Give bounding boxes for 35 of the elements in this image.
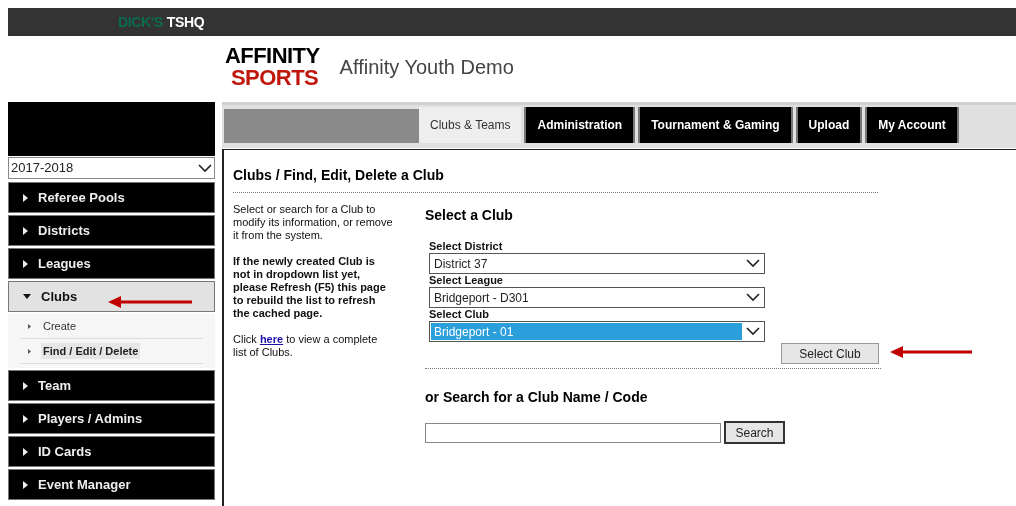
nav-tab[interactable]: Administration [524, 107, 636, 143]
submenu-item[interactable]: Find / Edit / Delete [20, 339, 203, 364]
help-notice: If the newly created Club is not in dropdown list yet, please Refresh (F5) this page to rebuild the list to refresh the cached page. [233, 255, 387, 320]
here-link[interactable]: here [259, 333, 284, 345]
sidebar-item[interactable]: Players / Admins [8, 403, 215, 434]
nav-tab[interactable]: My Account [865, 107, 959, 143]
logo-text: SPORTS [231, 67, 320, 89]
brand-name: DICK'S [118, 12, 163, 32]
help-text: Select or search for a Club to modify its information, or remove it from the system. [233, 203, 393, 242]
submenu-item[interactable]: Create [20, 314, 203, 339]
nav-tab[interactable]: Tournament & Gaming [638, 107, 793, 143]
field-label: Select League [429, 274, 504, 287]
section-heading: Select a Club [425, 206, 514, 225]
field-label: Select Club [429, 308, 490, 321]
sidebar-item[interactable]: Leagues [8, 248, 215, 279]
nav-tab[interactable]: Upload [795, 107, 863, 143]
sidebar-item[interactable]: Team [8, 370, 215, 401]
sidebar-item[interactable]: ID Cards [8, 436, 215, 467]
help-text: Click here to view a complete list of Clubs. [233, 333, 379, 359]
select-club-button[interactable]: Select Club [781, 343, 879, 364]
search-button[interactable]: Search [724, 421, 785, 444]
section-heading: or Search for a Club Name / Code [425, 388, 649, 407]
sidebar-item[interactable]: Clubs [8, 281, 215, 312]
field-label: Select District [429, 240, 504, 253]
site-title: Affinity Youth Demo [339, 55, 514, 80]
brand-suffix: TSHQ [166, 12, 205, 32]
sidebar-item[interactable]: Event Manager [8, 469, 215, 500]
dropdown-field[interactable]: Bridgeport - D301 [429, 287, 765, 308]
logo-text: AFFINITY [225, 45, 320, 67]
page-title: Clubs / Find, Edit, Delete a Club [233, 165, 878, 193]
season-select[interactable]: 2017-2018 [8, 157, 215, 179]
nav-tab[interactable]: Clubs & Teams [419, 107, 522, 143]
sidebar-item[interactable]: Districts [8, 215, 215, 246]
dropdown-field[interactable]: District 37 [429, 253, 765, 274]
sidebar-item[interactable]: Referee Pools [8, 182, 215, 213]
